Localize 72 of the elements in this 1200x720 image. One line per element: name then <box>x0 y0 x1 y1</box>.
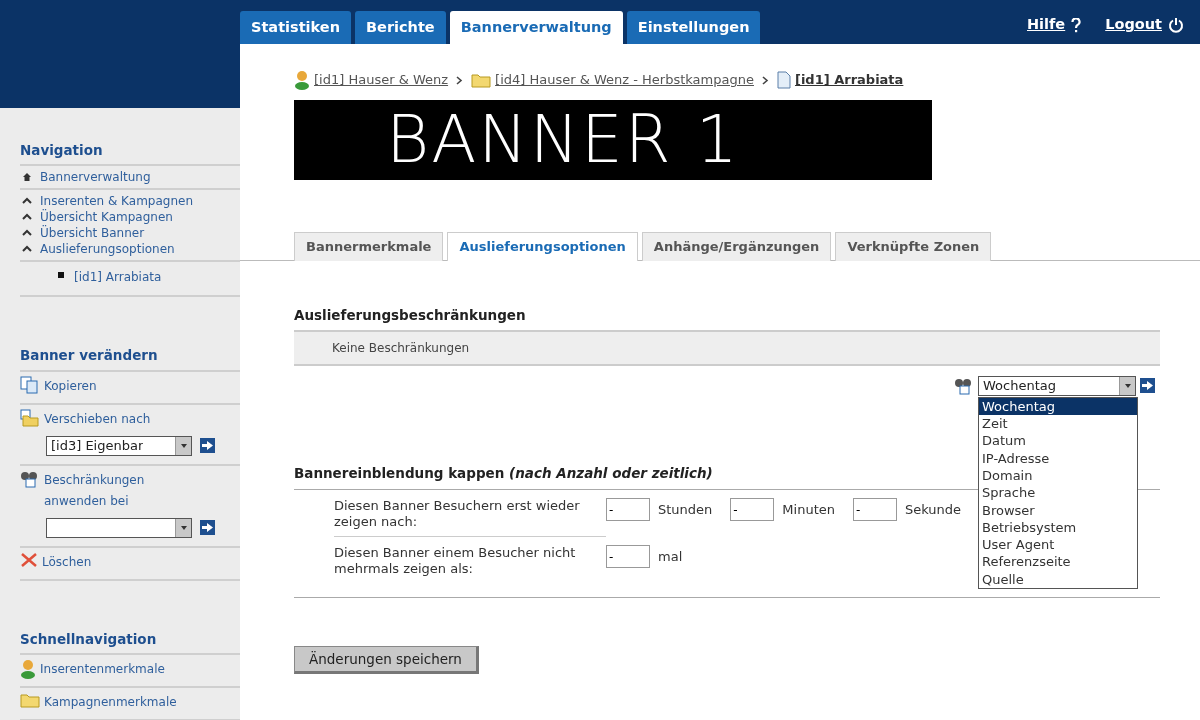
folder-icon <box>20 408 40 427</box>
content-tab[interactable]: Auslieferungsoptionen <box>447 232 638 261</box>
document-icon <box>776 71 791 89</box>
sidebar-link[interactable]: Übersicht Kampagnen <box>40 209 173 226</box>
target-select[interactable] <box>46 517 192 538</box>
copy-icon <box>20 375 40 394</box>
person-icon <box>20 658 36 679</box>
section-heading: Auslieferungsbeschränkungen <box>294 305 526 325</box>
go-button[interactable] <box>200 520 215 535</box>
sidebar-link[interactable]: Übersicht Banner <box>40 225 145 242</box>
sidebar-heading: Schnellnavigation <box>20 600 240 655</box>
nav-tab[interactable]: Bannerverwaltung <box>449 11 623 44</box>
unit-label: mal <box>658 547 683 566</box>
dropdown-option[interactable]: Datum <box>979 432 1137 450</box>
number-input[interactable]: - <box>606 498 650 521</box>
breadcrumb-link[interactable]: [id4] Hauser & Wenz - Herbstkampagne <box>495 70 754 90</box>
sidebar-heading: Navigation <box>20 108 240 167</box>
power-icon <box>1168 17 1184 34</box>
breadcrumb-link[interactable]: [id1] Hauser & Wenz <box>314 70 449 90</box>
dropdown-option[interactable]: User Agent <box>979 536 1137 554</box>
sidebar-link[interactable]: Kopieren <box>44 375 97 397</box>
dropdown-option[interactable]: Referenzseite <box>979 553 1137 571</box>
dropdown-option[interactable]: Browser <box>979 501 1137 519</box>
empty-restrictions-text: Keine Beschränkungen <box>294 329 1160 366</box>
binoculars-icon <box>954 376 974 395</box>
dropdown-option[interactable]: Quelle <box>979 570 1137 588</box>
restriction-type-select[interactable]: Wochentag <box>978 375 1136 396</box>
unit-label: Minuten <box>782 500 835 519</box>
content-tab[interactable]: Anhänge/Ergänzungen <box>641 232 832 261</box>
header-link[interactable]: Hilfe <box>1027 14 1082 36</box>
content-tab[interactable]: Verknüpfte Zonen <box>835 232 992 261</box>
dropdown-option[interactable]: IP-Adresse <box>979 449 1137 467</box>
dropdown-option[interactable]: Zeit <box>979 415 1137 433</box>
sidebar-link[interactable]: [id1] Arrabiata <box>74 269 162 286</box>
section-heading: Bannereinblendung kappen (nach Anzahl oder zeitlich) <box>294 463 713 483</box>
banner-image: BANNER 1 <box>294 100 932 180</box>
person-icon <box>294 70 310 90</box>
number-input[interactable]: - <box>730 498 775 521</box>
sidebar-link[interactable]: Kampagnenmerkmale <box>44 691 177 713</box>
dropdown-option[interactable]: Betriebsystem <box>979 518 1137 537</box>
nav-tab[interactable]: Berichte <box>355 11 446 44</box>
dropdown-option[interactable]: Wochentag <box>979 397 1137 416</box>
sidebar-link[interactable]: Auslieferungsoptionen <box>40 241 175 258</box>
breadcrumb-link[interactable]: [id1] Arrabiata <box>794 70 904 90</box>
delete-icon <box>20 551 38 568</box>
field-label: Diesen Banner einem Besucher nicht mehrmals zeigen als: <box>334 545 577 578</box>
content-tab[interactable]: Bannermerkmale <box>294 232 444 261</box>
help-icon <box>1071 17 1082 33</box>
field-label: Diesen Banner Besuchern erst wieder zeigen nach: <box>334 498 606 537</box>
dropdown-option[interactable]: Sprache <box>979 484 1137 502</box>
sidebar-link[interactable]: Inserentenmerkmale <box>40 658 165 680</box>
sidebar-link[interactable]: Beschränkungen anwenden bei <box>44 469 194 512</box>
sidebar-link[interactable]: Inserenten & Kampagnen <box>40 193 193 210</box>
go-button[interactable] <box>1140 378 1155 394</box>
sidebar-link[interactable]: Verschieben nach <box>44 408 151 430</box>
unit-label: Sekunde <box>905 500 962 519</box>
unit-label: Stunden <box>658 500 713 519</box>
number-input[interactable]: - <box>853 498 897 521</box>
binoculars-icon <box>20 469 40 488</box>
number-input[interactable]: - <box>606 545 650 568</box>
folder-icon <box>20 691 40 708</box>
sidebar-link[interactable]: Löschen <box>42 551 92 573</box>
header-link[interactable]: Logout <box>1105 14 1184 36</box>
folder-icon <box>471 72 492 88</box>
dropdown-option[interactable]: Domain <box>979 466 1137 485</box>
sidebar-link[interactable]: Bannerverwaltung <box>40 169 151 186</box>
target-select[interactable]: [id3] Eigenbar <box>46 435 192 456</box>
sidebar-heading: Banner verändern <box>20 315 240 372</box>
nav-tab[interactable]: Einstellungen <box>626 11 761 44</box>
save-button[interactable]: Änderungen speichern <box>294 646 479 675</box>
go-button[interactable] <box>200 438 215 453</box>
nav-tab[interactable]: Statistiken <box>240 11 351 44</box>
